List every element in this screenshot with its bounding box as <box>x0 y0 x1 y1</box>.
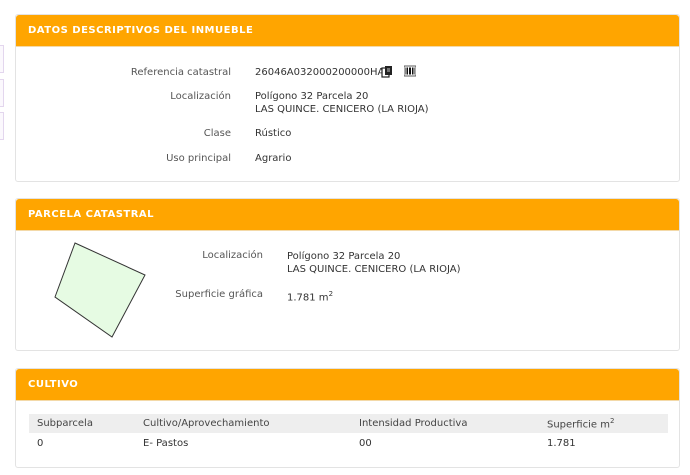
cell-intensidad: 00 <box>359 438 372 449</box>
cell-cultivo: E- Pastos <box>143 438 189 449</box>
col-intensidad: Intensidad Productiva <box>351 414 539 433</box>
table-header-row: Subparcela Cultivo/Aprovechamiento Inten… <box>29 414 668 433</box>
cultivo-header: CULTIVO <box>16 369 679 401</box>
parcela-header: PARCELA CATASTRAL <box>16 199 679 231</box>
parcela-loc-line2: LAS QUINCE. CENICERO (LA RIOJA) <box>287 264 461 275</box>
uso-value: Agrario <box>255 153 292 164</box>
superficie-label: Superficie gráfica <box>175 289 263 300</box>
parcela-loc-label: Localización <box>202 250 263 261</box>
copy-icon[interactable] <box>381 65 393 81</box>
cell-superficie: 1.781 <box>547 438 576 449</box>
barcode-icon[interactable] <box>403 65 417 80</box>
clase-value: Rústico <box>255 128 292 139</box>
loc-label: Localización <box>170 91 231 102</box>
superficie-value: 1.781 m2 <box>287 290 334 304</box>
side-tab[interactable] <box>0 45 4 73</box>
parcela-loc-line1: Polígono 32 Parcela 20 <box>287 251 401 262</box>
clase-label: Clase <box>203 128 231 139</box>
cell-subparcela: 0 <box>37 438 44 449</box>
loc-line1: Polígono 32 Parcela 20 <box>255 91 369 102</box>
side-tab[interactable] <box>0 112 4 140</box>
ref-label: Referencia catastral <box>130 67 231 78</box>
col-cultivo: Cultivo/Aprovechamiento <box>135 414 351 433</box>
inmueble-panel: DATOS DESCRIPTIVOS DEL INMUEBLE Referenc… <box>15 14 680 182</box>
cultivo-panel: CULTIVO Subparcela Cultivo/Aprovechamien… <box>15 368 680 468</box>
ref-value: 26046A032000200000HA <box>255 67 385 78</box>
cultivo-table: Subparcela Cultivo/Aprovechamiento Inten… <box>29 414 668 454</box>
inmueble-header: DATOS DESCRIPTIVOS DEL INMUEBLE <box>16 15 679 47</box>
loc-line2: LAS QUINCE. CENICERO (LA RIOJA) <box>255 104 429 115</box>
parcela-panel: PARCELA CATASTRAL Localización Polígono … <box>15 198 680 351</box>
uso-label: Uso principal <box>166 153 231 164</box>
side-tab[interactable] <box>0 79 4 107</box>
table-row: 0 E- Pastos 00 1.781 <box>29 433 668 454</box>
col-superficie: Superficie m2 <box>539 414 668 433</box>
col-subparcela: Subparcela <box>29 414 135 433</box>
